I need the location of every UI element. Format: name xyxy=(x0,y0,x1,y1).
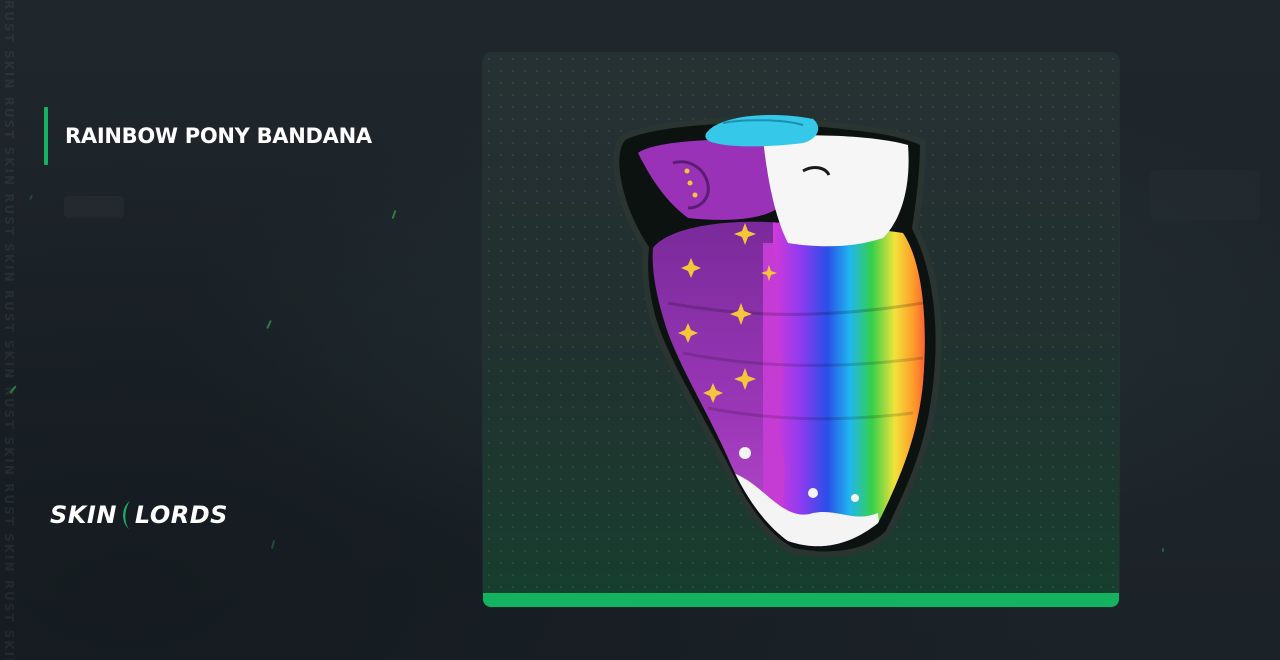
item-image-card xyxy=(483,53,1119,607)
logo-text-right: LORDS xyxy=(134,501,228,529)
watermark-text: RUST SKIN RUST SKIN RUST SKIN RUST SKIN … xyxy=(2,0,16,660)
title-block: RAINBOW PONY BANDANA xyxy=(44,107,372,165)
right-ghost-panel xyxy=(1150,170,1260,220)
logo-text-left: SKIN xyxy=(50,501,117,529)
rainbow-pony-bandana-image xyxy=(613,115,942,558)
logo-crescent-icon xyxy=(123,501,130,529)
card-accent-bar xyxy=(483,593,1119,607)
side-watermark: RUST SKIN RUST SKIN RUST SKIN RUST SKIN … xyxy=(0,0,18,660)
skinlords-logo: SKIN LORDS xyxy=(50,499,228,531)
title-accent-bar xyxy=(44,107,48,165)
ghost-tag xyxy=(64,196,124,218)
speck xyxy=(1162,548,1164,552)
item-title: RAINBOW PONY BANDANA xyxy=(65,124,372,148)
